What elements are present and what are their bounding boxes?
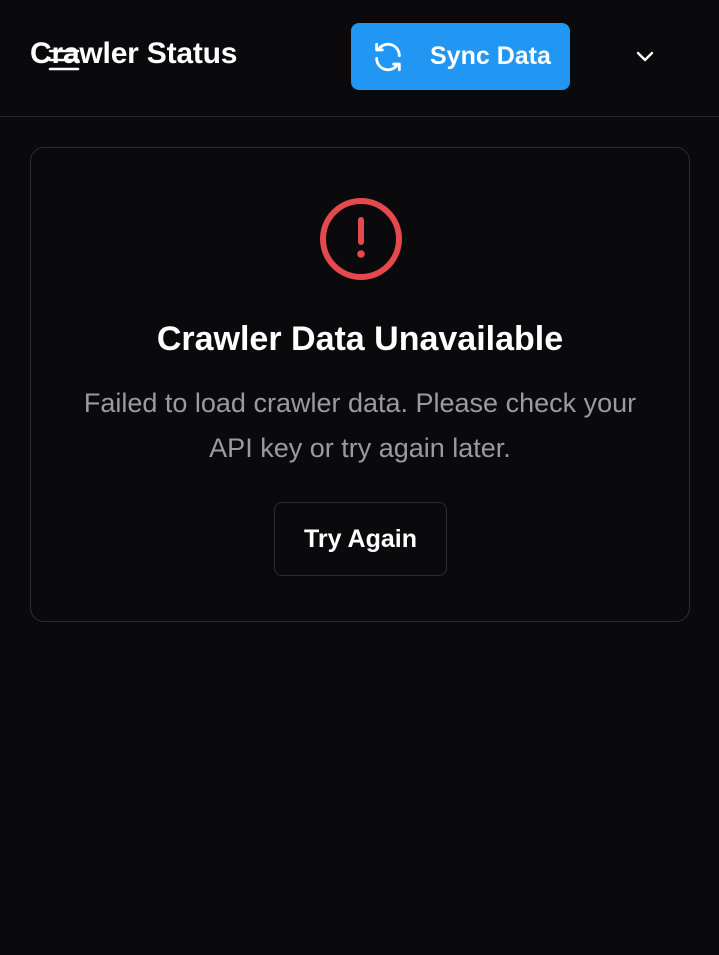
page: Crawler Status Sync Data Crawler Data Un (0, 0, 719, 955)
sync-data-label: Sync Data (430, 42, 551, 70)
error-card: Crawler Data Unavailable Failed to load … (30, 147, 690, 622)
sync-data-button[interactable]: Sync Data (351, 23, 570, 90)
refresh-icon (375, 42, 401, 72)
header: Crawler Status Sync Data (0, 0, 719, 117)
error-title: Crawler Data Unavailable (156, 320, 564, 358)
chevron-down-icon[interactable] (628, 40, 662, 74)
menu-icon[interactable] (48, 46, 80, 74)
try-again-button[interactable]: Try Again (274, 502, 447, 576)
error-message: Failed to load crawler data. Please chec… (83, 388, 637, 463)
alert-circle-icon (320, 198, 402, 280)
